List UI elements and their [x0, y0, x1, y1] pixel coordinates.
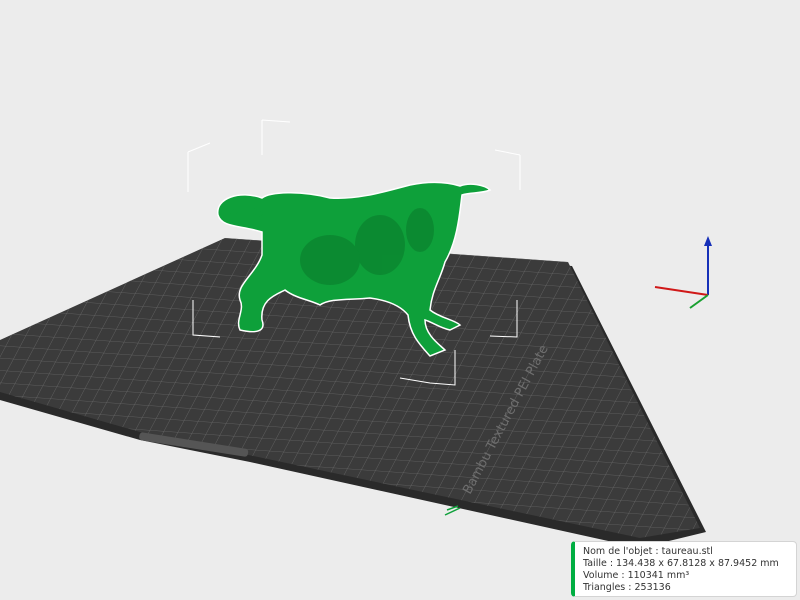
object-name: Nom de l'objet : taureau.stl: [583, 546, 713, 557]
axis-gizmo: [654, 236, 712, 309]
object-size: Taille : 134.438 x 67.8128 x 87.9452 mm: [583, 558, 779, 569]
object-volume: Volume : 110341 mm³: [583, 570, 690, 581]
3d-viewport[interactable]: Bambu Textured PEI Plate: [0, 0, 800, 600]
object-triangles: Triangles : 253136: [583, 582, 671, 593]
object-info-panel: Nom de l'objet : taureau.stl Taille : 13…: [571, 541, 797, 597]
